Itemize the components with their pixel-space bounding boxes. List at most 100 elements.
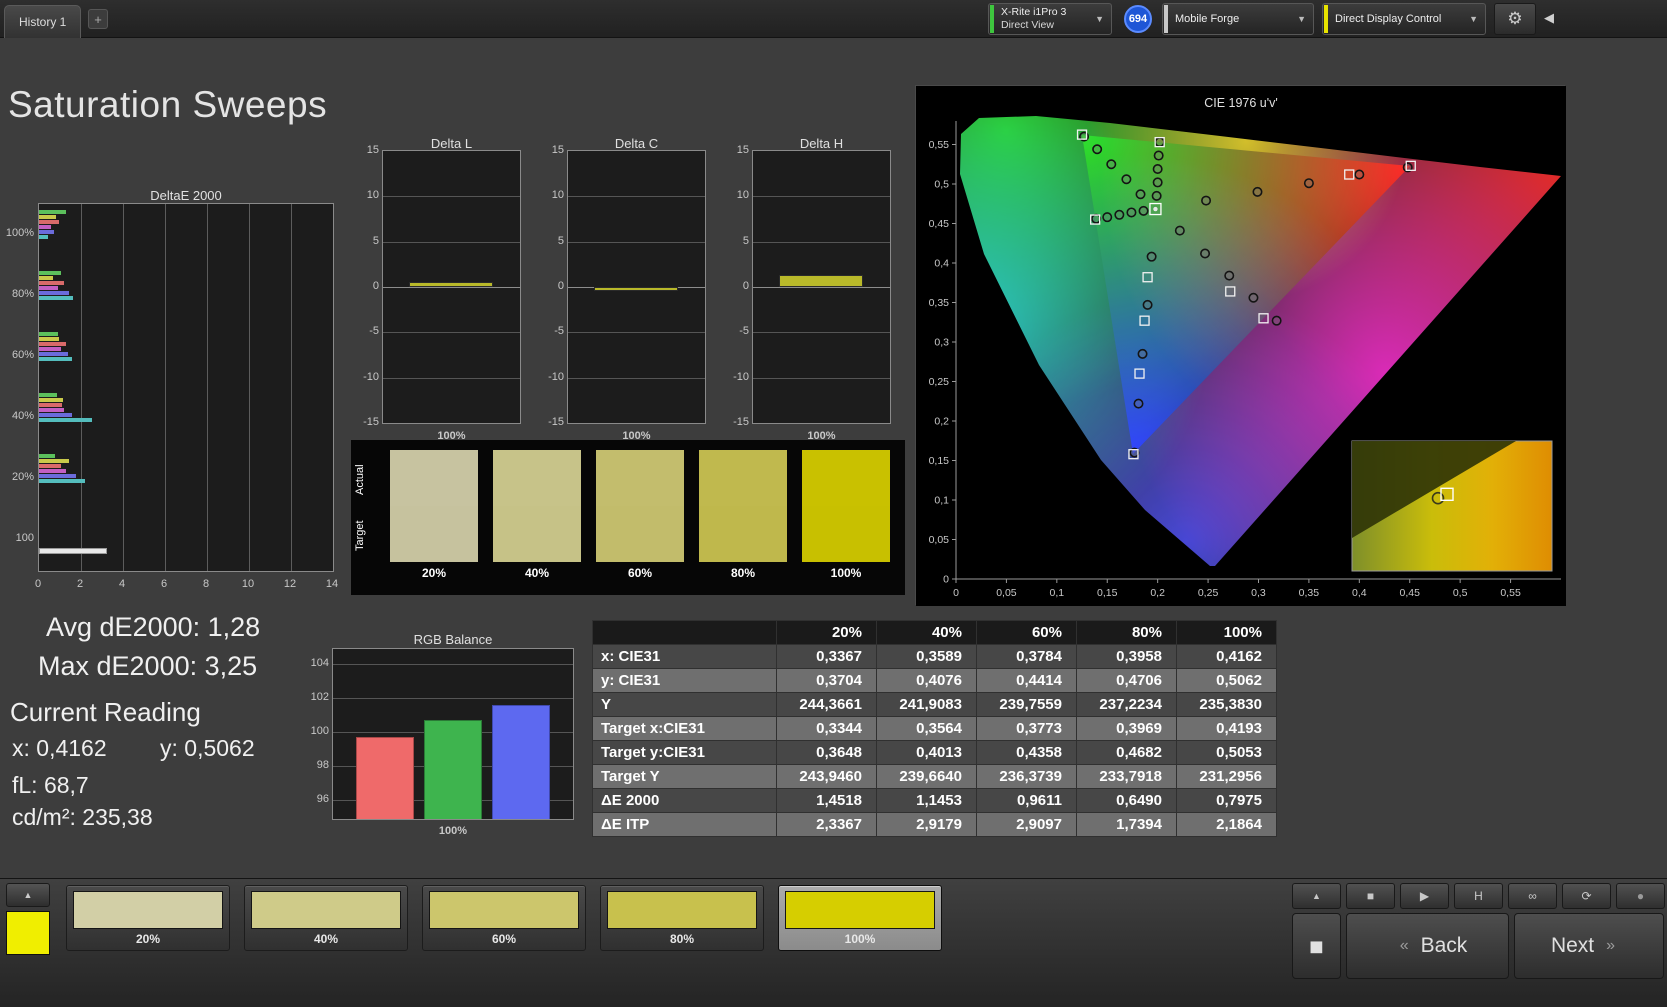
- gridline: [333, 698, 573, 699]
- meter-dropdown[interactable]: X-Rite i1Pro 3 Direct View ▼: [988, 3, 1112, 35]
- row-label: x: CIE31: [593, 645, 777, 669]
- svg-text:0,2: 0,2: [934, 416, 949, 428]
- swatch-40%: 40%: [493, 450, 581, 562]
- gridline: [753, 242, 890, 243]
- back-button[interactable]: « Back: [1346, 913, 1509, 979]
- de-bar: [39, 357, 72, 361]
- de-bar: [39, 281, 64, 285]
- settings-button[interactable]: ⚙: [1494, 3, 1536, 35]
- stop-button[interactable]: ■: [1346, 883, 1395, 909]
- delta-h-plot-area: [752, 150, 891, 424]
- cell: 0,4162: [1177, 645, 1277, 669]
- collapse-panel-button[interactable]: ◀: [1544, 10, 1554, 26]
- infinity-button[interactable]: ∞: [1508, 883, 1557, 909]
- tab-history-1[interactable]: History 1: [4, 5, 81, 38]
- chevron-double-left-icon: «: [1400, 937, 1409, 955]
- x-tick-label: 10: [236, 577, 260, 591]
- record-icon: ●: [1637, 889, 1644, 903]
- y-tick-label: 15: [360, 143, 379, 157]
- hold-button[interactable]: H: [1454, 883, 1503, 909]
- delta-l-chart: Delta L 100% 151050-5-10-15: [360, 130, 530, 440]
- y-tick-label: -5: [730, 324, 749, 338]
- rgb-balance-chart: RGB Balance 100% 1041021009896: [310, 628, 595, 843]
- loop-icon: ⟳: [1581, 889, 1591, 903]
- gridline: [753, 196, 890, 197]
- svg-text:0,25: 0,25: [929, 376, 950, 388]
- svg-text:0,2: 0,2: [1150, 587, 1165, 599]
- cell: 0,5053: [1177, 741, 1277, 765]
- chart-title: Delta H: [752, 136, 891, 151]
- rgb-bar-blue: [492, 705, 550, 819]
- y-tick-label: 80%: [0, 287, 34, 301]
- y-tick-label: 100: [310, 724, 329, 738]
- patch-button-40%[interactable]: 40%: [244, 885, 408, 951]
- de-bar: [39, 291, 69, 295]
- play-button[interactable]: ▶: [1400, 883, 1449, 909]
- de-bar: [39, 235, 48, 239]
- add-tab-button[interactable]: +: [88, 9, 108, 29]
- de-bar: [39, 271, 61, 275]
- cell: 233,7918: [1077, 765, 1177, 789]
- patch-button-20%[interactable]: 20%: [66, 885, 230, 951]
- cell: 239,6640: [877, 765, 977, 789]
- swatch-60%: 60%: [596, 450, 684, 562]
- gridline: [165, 204, 166, 571]
- patch-swatch: [785, 891, 935, 929]
- cell: 244,3661: [777, 693, 877, 717]
- svg-text:0: 0: [953, 587, 959, 599]
- de-bar-white: [39, 548, 107, 554]
- y-tick-label: 0: [545, 279, 564, 293]
- record-button[interactable]: ●: [1616, 883, 1665, 909]
- cell: 0,3704: [777, 669, 877, 693]
- measured-point: [1202, 196, 1210, 204]
- measured-point: [1249, 294, 1257, 302]
- next-button[interactable]: Next »: [1514, 913, 1664, 979]
- y-tick-label: 0: [730, 279, 749, 293]
- gridline: [383, 378, 520, 379]
- patch-label: 80%: [601, 932, 763, 946]
- cell: 0,3589: [877, 645, 977, 669]
- svg-text:0,45: 0,45: [929, 218, 950, 230]
- y-tick-label: -5: [545, 324, 564, 338]
- swatch-target: [493, 506, 581, 562]
- cie-1976-chart: CIE 1976 u'v': [915, 85, 1565, 605]
- swatch-label: 80%: [699, 566, 787, 580]
- cell: 0,6490: [1077, 789, 1177, 813]
- patch-button-100%[interactable]: 100%: [778, 885, 942, 951]
- tab-label: History 1: [19, 15, 66, 29]
- measured-point: [1143, 301, 1151, 309]
- patch-button-60%[interactable]: 60%: [422, 885, 586, 951]
- cell: 236,3739: [977, 765, 1077, 789]
- patch-button-80%[interactable]: 80%: [600, 885, 764, 951]
- play-icon: ▶: [1420, 889, 1429, 903]
- loop-button[interactable]: ⟳: [1562, 883, 1611, 909]
- bottom-bar: ▲ 20%40%60%80%100% ▲■▶H∞⟳● ◼ « Back Next…: [0, 878, 1667, 1007]
- measured-point: [1155, 138, 1163, 146]
- page-title: Saturation Sweeps: [8, 84, 327, 126]
- y-tick-label: 100%: [0, 226, 34, 240]
- measured-point: [1134, 399, 1142, 407]
- cell: 0,3773: [977, 717, 1077, 741]
- table-row: ΔE ITP2,33672,91792,90971,73942,1864: [593, 813, 1277, 837]
- chart-title: DeltaE 2000: [38, 188, 334, 203]
- pattern-window-button[interactable]: ◼: [1292, 913, 1341, 979]
- measured-point: [1272, 316, 1280, 324]
- badge-text: 694: [1129, 13, 1147, 25]
- up-arrow-button[interactable]: ▲: [1292, 883, 1341, 909]
- meter-accent: [990, 5, 994, 33]
- table-row: ΔE 20001,45181,14530,96110,64900,7975: [593, 789, 1277, 813]
- measured-point: [1152, 192, 1160, 200]
- chevron-down-icon: ▼: [1290, 14, 1313, 24]
- display-control-dropdown[interactable]: Direct Display Control ▼: [1322, 3, 1486, 35]
- source-dropdown[interactable]: Mobile Forge ▼: [1162, 3, 1314, 35]
- deltae-plot-area: [38, 203, 334, 572]
- swatch-items: 20%40%60%80%100%: [351, 440, 905, 595]
- cell: 0,4193: [1177, 717, 1277, 741]
- y-tick-label: -10: [730, 370, 749, 384]
- y-tick-label: 102: [310, 690, 329, 704]
- patch-swatch: [73, 891, 223, 929]
- chart-title: CIE 1976 u'v': [916, 96, 1566, 110]
- gridline: [207, 204, 208, 571]
- svg-text:0,4: 0,4: [1352, 587, 1367, 599]
- cell: 0,3784: [977, 645, 1077, 669]
